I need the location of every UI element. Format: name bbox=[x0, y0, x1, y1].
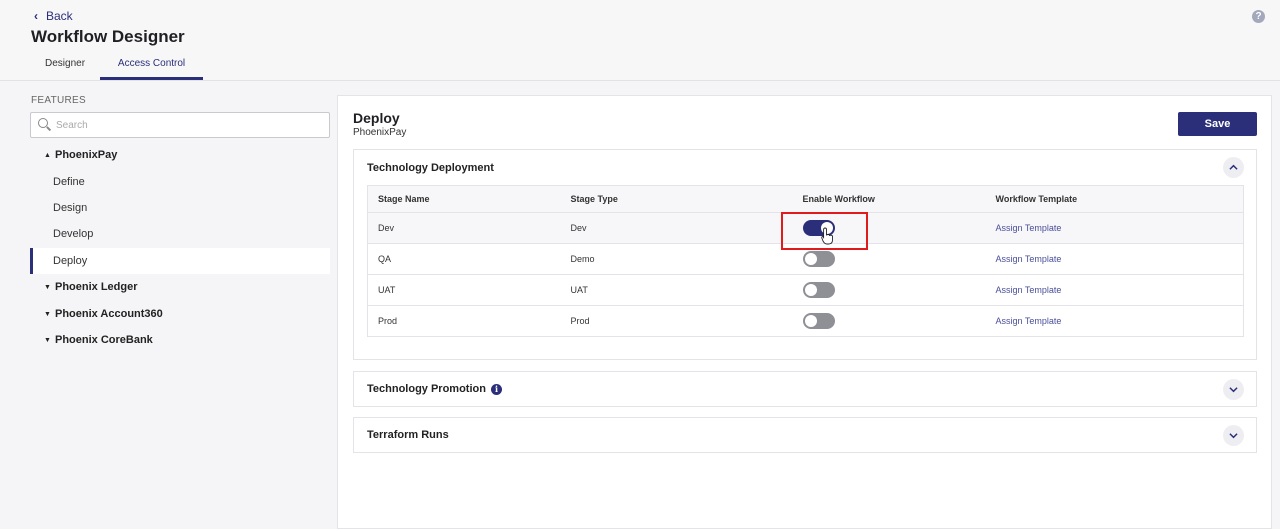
stage-name-cell: UAT bbox=[367, 274, 561, 306]
panel-title-text: Terraform Runs bbox=[367, 429, 449, 441]
assign-template-link[interactable]: Assign Template bbox=[996, 285, 1062, 295]
tree-group-label: Phoenix CoreBank bbox=[55, 334, 153, 346]
tree-group-phoenixpay[interactable]: ▲ PhoenixPay bbox=[44, 149, 117, 161]
enable-workflow-cell bbox=[792, 305, 986, 337]
column-header: Enable Workflow bbox=[792, 185, 986, 213]
tree-item-design[interactable]: Design bbox=[30, 195, 330, 221]
assign-template-link[interactable]: Assign Template bbox=[996, 316, 1062, 326]
panel-title: Technology Deployment bbox=[367, 162, 494, 174]
save-button[interactable]: Save bbox=[1178, 112, 1257, 136]
assign-template-link[interactable]: Assign Template bbox=[996, 223, 1062, 233]
panel-title-text: Technology Deployment bbox=[367, 162, 494, 174]
stages-table: Stage Name Stage Type Enable Workflow Wo… bbox=[367, 185, 1244, 337]
table-header-row: Stage Name Stage Type Enable Workflow Wo… bbox=[367, 185, 1244, 213]
table-row: Dev Dev Assign Template bbox=[367, 212, 1244, 244]
table-row: UAT UAT Assign Template bbox=[367, 274, 1244, 306]
table-row: QA Demo Assign Template bbox=[367, 243, 1244, 275]
panel-technology-promotion[interactable]: Technology Promotion i bbox=[353, 371, 1257, 407]
section-title: Deploy bbox=[353, 110, 400, 126]
caret-down-icon: ▼ bbox=[44, 336, 51, 344]
question-icon[interactable]: ? bbox=[1252, 10, 1265, 23]
hand-cursor-icon bbox=[821, 227, 833, 245]
template-cell: Assign Template bbox=[985, 212, 1244, 244]
chevron-down-icon bbox=[1229, 433, 1238, 439]
chevron-left-icon: ‹ bbox=[34, 9, 38, 23]
column-header: Stage Type bbox=[560, 185, 793, 213]
tree-group-label: Phoenix Ledger bbox=[55, 281, 138, 293]
tab-designer[interactable]: Designer bbox=[30, 53, 100, 80]
enable-workflow-cell bbox=[792, 243, 986, 275]
table-row: Prod Prod Assign Template bbox=[367, 305, 1244, 337]
collapse-button[interactable] bbox=[1223, 157, 1244, 178]
back-link[interactable]: ‹ Back bbox=[34, 9, 73, 23]
tab-access-control[interactable]: Access Control bbox=[100, 53, 204, 80]
tree-item-define[interactable]: Define bbox=[30, 169, 330, 195]
page-title: Workflow Designer bbox=[31, 27, 185, 46]
caret-up-icon: ▲ bbox=[44, 151, 51, 159]
assign-template-link[interactable]: Assign Template bbox=[996, 254, 1062, 264]
template-cell: Assign Template bbox=[985, 274, 1244, 306]
tree-group-label: Phoenix Account360 bbox=[55, 308, 163, 320]
tree-item-develop[interactable]: Develop bbox=[30, 221, 330, 247]
stage-type-cell: Demo bbox=[560, 243, 793, 275]
tree-group-phoenix-corebank[interactable]: ▼ Phoenix CoreBank bbox=[44, 334, 153, 346]
page-header: ‹ Back Workflow Designer ? Designer Acce… bbox=[0, 0, 1280, 81]
panel-terraform-runs[interactable]: Terraform Runs bbox=[353, 417, 1257, 453]
tree-group-phoenix-ledger[interactable]: ▼ Phoenix Ledger bbox=[44, 281, 138, 293]
caret-down-icon: ▼ bbox=[44, 310, 51, 318]
tab-bar: Designer Access Control bbox=[30, 53, 204, 80]
enable-workflow-cell bbox=[792, 274, 986, 306]
back-label: Back bbox=[46, 9, 73, 23]
info-icon[interactable]: i bbox=[490, 383, 502, 395]
column-header: Stage Name bbox=[367, 185, 561, 213]
panel-title: Terraform Runs bbox=[367, 429, 449, 441]
search-box bbox=[30, 112, 330, 138]
search-input[interactable] bbox=[56, 119, 316, 131]
caret-down-icon: ▼ bbox=[44, 283, 51, 291]
panel-title: Technology Promotion i bbox=[367, 383, 502, 395]
stage-name-cell: Dev bbox=[367, 212, 561, 244]
template-cell: Assign Template bbox=[985, 243, 1244, 275]
enable-workflow-toggle[interactable] bbox=[802, 282, 835, 298]
tree-item-deploy[interactable]: Deploy bbox=[30, 248, 330, 274]
stage-type-cell: Dev bbox=[560, 212, 793, 244]
enable-workflow-toggle[interactable] bbox=[802, 251, 835, 267]
tree-group-label: PhoenixPay bbox=[55, 149, 118, 161]
main-content: Deploy PhoenixPay Save Technology Deploy… bbox=[337, 95, 1272, 529]
template-cell: Assign Template bbox=[985, 305, 1244, 337]
stage-name-cell: Prod bbox=[367, 305, 561, 337]
stage-type-cell: Prod bbox=[560, 305, 793, 337]
panel-technology-deployment: Technology Deployment Stage Name Stage T… bbox=[353, 149, 1257, 360]
tree-group-phoenix-account360[interactable]: ▼ Phoenix Account360 bbox=[44, 308, 163, 320]
expand-button[interactable] bbox=[1223, 425, 1244, 446]
search-icon bbox=[38, 118, 52, 132]
features-heading: FEATURES bbox=[31, 95, 86, 106]
features-sidebar: FEATURES ▲ PhoenixPay Define Design Deve… bbox=[0, 81, 336, 529]
stage-name-cell: QA bbox=[367, 243, 561, 275]
chevron-down-icon bbox=[1229, 387, 1238, 393]
panel-title-text: Technology Promotion bbox=[367, 383, 486, 395]
enable-workflow-toggle[interactable] bbox=[802, 313, 835, 329]
chevron-up-icon bbox=[1229, 164, 1238, 170]
column-header: Workflow Template bbox=[985, 185, 1244, 213]
expand-button[interactable] bbox=[1223, 379, 1244, 400]
stage-type-cell: UAT bbox=[560, 274, 793, 306]
section-subtitle: PhoenixPay bbox=[353, 127, 407, 138]
